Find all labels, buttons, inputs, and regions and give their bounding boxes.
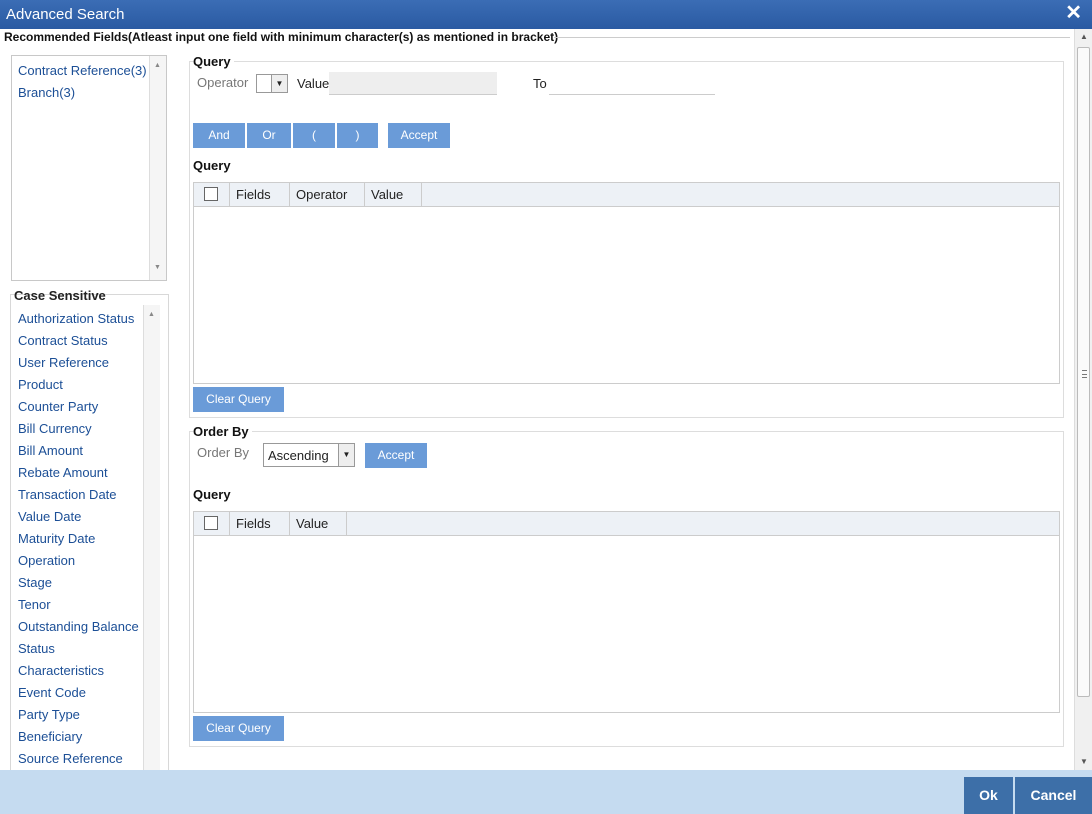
- arrow-down-icon[interactable]: ▼: [1080, 757, 1088, 766]
- arrow-up-icon[interactable]: ▲: [1080, 32, 1088, 41]
- select-all-cell: [194, 183, 230, 207]
- order-grid-header: Fields Value: [194, 512, 1059, 536]
- title-bar: Advanced Search ✕: [0, 0, 1092, 29]
- field-maturity-date[interactable]: Maturity Date: [18, 531, 95, 546]
- chevron-down-icon[interactable]: ▼: [271, 75, 287, 92]
- field-user-reference[interactable]: User Reference: [18, 355, 109, 370]
- query-grid-header: Fields Operator Value: [194, 183, 1059, 207]
- recommended-field-contract-reference[interactable]: Contract Reference(3): [18, 63, 147, 78]
- value-label: Value: [297, 76, 330, 91]
- order-column-fields: Fields: [230, 512, 290, 536]
- query-grid-title: Query: [193, 158, 231, 173]
- order-by-label: Order By: [197, 445, 250, 460]
- recommended-field-branch[interactable]: Branch(3): [18, 85, 75, 100]
- main-scrollbar[interactable]: ▲ ▼: [1074, 29, 1092, 770]
- order-clear-query-button[interactable]: Clear Query: [193, 716, 284, 741]
- arrow-up-icon[interactable]: ▲: [148, 311, 155, 318]
- field-counter-party[interactable]: Counter Party: [18, 399, 98, 414]
- column-value: Value: [365, 183, 422, 207]
- query-accept-button[interactable]: Accept: [388, 123, 450, 148]
- ok-button[interactable]: Ok: [964, 777, 1013, 814]
- field-value-date[interactable]: Value Date: [18, 509, 81, 524]
- field-rebate-amount[interactable]: Rebate Amount: [18, 465, 108, 480]
- field-event-code[interactable]: Event Code: [18, 685, 86, 700]
- field-source-reference[interactable]: Source Reference: [18, 751, 123, 766]
- column-operator: Operator: [290, 183, 365, 207]
- field-product[interactable]: Product: [18, 377, 63, 392]
- open-paren-button[interactable]: (: [293, 123, 336, 148]
- select-all-checkbox[interactable]: [204, 187, 218, 201]
- order-grid-title: Query: [193, 487, 231, 502]
- order-column-value: Value: [290, 512, 347, 536]
- field-contract-status[interactable]: Contract Status: [18, 333, 108, 348]
- field-party-type[interactable]: Party Type: [18, 707, 80, 722]
- recommended-heading: Recommended Fields(Atleast input one fie…: [4, 30, 559, 44]
- operator-select[interactable]: ▼: [256, 74, 288, 93]
- clear-query-button[interactable]: Clear Query: [193, 387, 284, 412]
- arrow-up-icon[interactable]: ▲: [154, 62, 161, 69]
- field-tenor[interactable]: Tenor: [18, 597, 51, 612]
- or-button[interactable]: Or: [247, 123, 292, 148]
- close-paren-button[interactable]: ): [337, 123, 378, 148]
- recommended-list-scrollbar[interactable]: ▲ ▼: [149, 56, 166, 280]
- case-sensitive-label: Case Sensitive: [14, 288, 106, 303]
- order-by-select[interactable]: Ascending ▼: [263, 443, 355, 467]
- field-status[interactable]: Status: [18, 641, 55, 656]
- to-input[interactable]: [549, 72, 715, 95]
- grip-icon: [1082, 370, 1087, 378]
- close-icon[interactable]: ✕: [1065, 3, 1082, 23]
- field-bill-amount[interactable]: Bill Amount: [18, 443, 83, 458]
- chevron-down-icon[interactable]: ▼: [338, 444, 354, 466]
- to-label: To: [533, 76, 547, 91]
- field-characteristics[interactable]: Characteristics: [18, 663, 104, 678]
- order-by-title: Order By: [193, 424, 252, 439]
- column-fields: Fields: [230, 183, 290, 207]
- field-transaction-date[interactable]: Transaction Date: [18, 487, 117, 502]
- heading-divider: [554, 37, 1070, 38]
- operator-label: Operator: [197, 75, 249, 90]
- query-title: Query: [193, 54, 234, 69]
- cancel-button[interactable]: Cancel: [1015, 777, 1092, 814]
- window-title: Advanced Search: [6, 6, 125, 23]
- value-input[interactable]: [329, 72, 497, 95]
- arrow-down-icon[interactable]: ▼: [154, 264, 161, 271]
- order-select-all-cell: [194, 512, 230, 536]
- recommended-fields-list: Contract Reference(3) Branch(3) ▲ ▼: [11, 55, 167, 281]
- query-grid: Fields Operator Value: [193, 182, 1060, 384]
- field-stage[interactable]: Stage: [18, 575, 52, 590]
- scrollbar-thumb[interactable]: [1077, 47, 1090, 697]
- order-by-accept-button[interactable]: Accept: [365, 443, 427, 468]
- field-operation[interactable]: Operation: [18, 553, 75, 568]
- and-button[interactable]: And: [193, 123, 246, 148]
- order-by-select-value: Ascending: [268, 448, 329, 463]
- case-sensitive-scrollbar[interactable]: ▲: [143, 305, 160, 771]
- case-sensitive-fields-list: Authorization Status Contract Status Use…: [14, 305, 160, 771]
- footer-bar: Ok Cancel: [0, 770, 1092, 814]
- field-outstanding-balance[interactable]: Outstanding Balance: [18, 619, 139, 634]
- field-beneficiary[interactable]: Beneficiary: [18, 729, 82, 744]
- order-grid: Fields Value: [193, 511, 1060, 713]
- order-select-all-checkbox[interactable]: [204, 516, 218, 530]
- field-authorization-status[interactable]: Authorization Status: [18, 311, 134, 326]
- field-bill-currency[interactable]: Bill Currency: [18, 421, 92, 436]
